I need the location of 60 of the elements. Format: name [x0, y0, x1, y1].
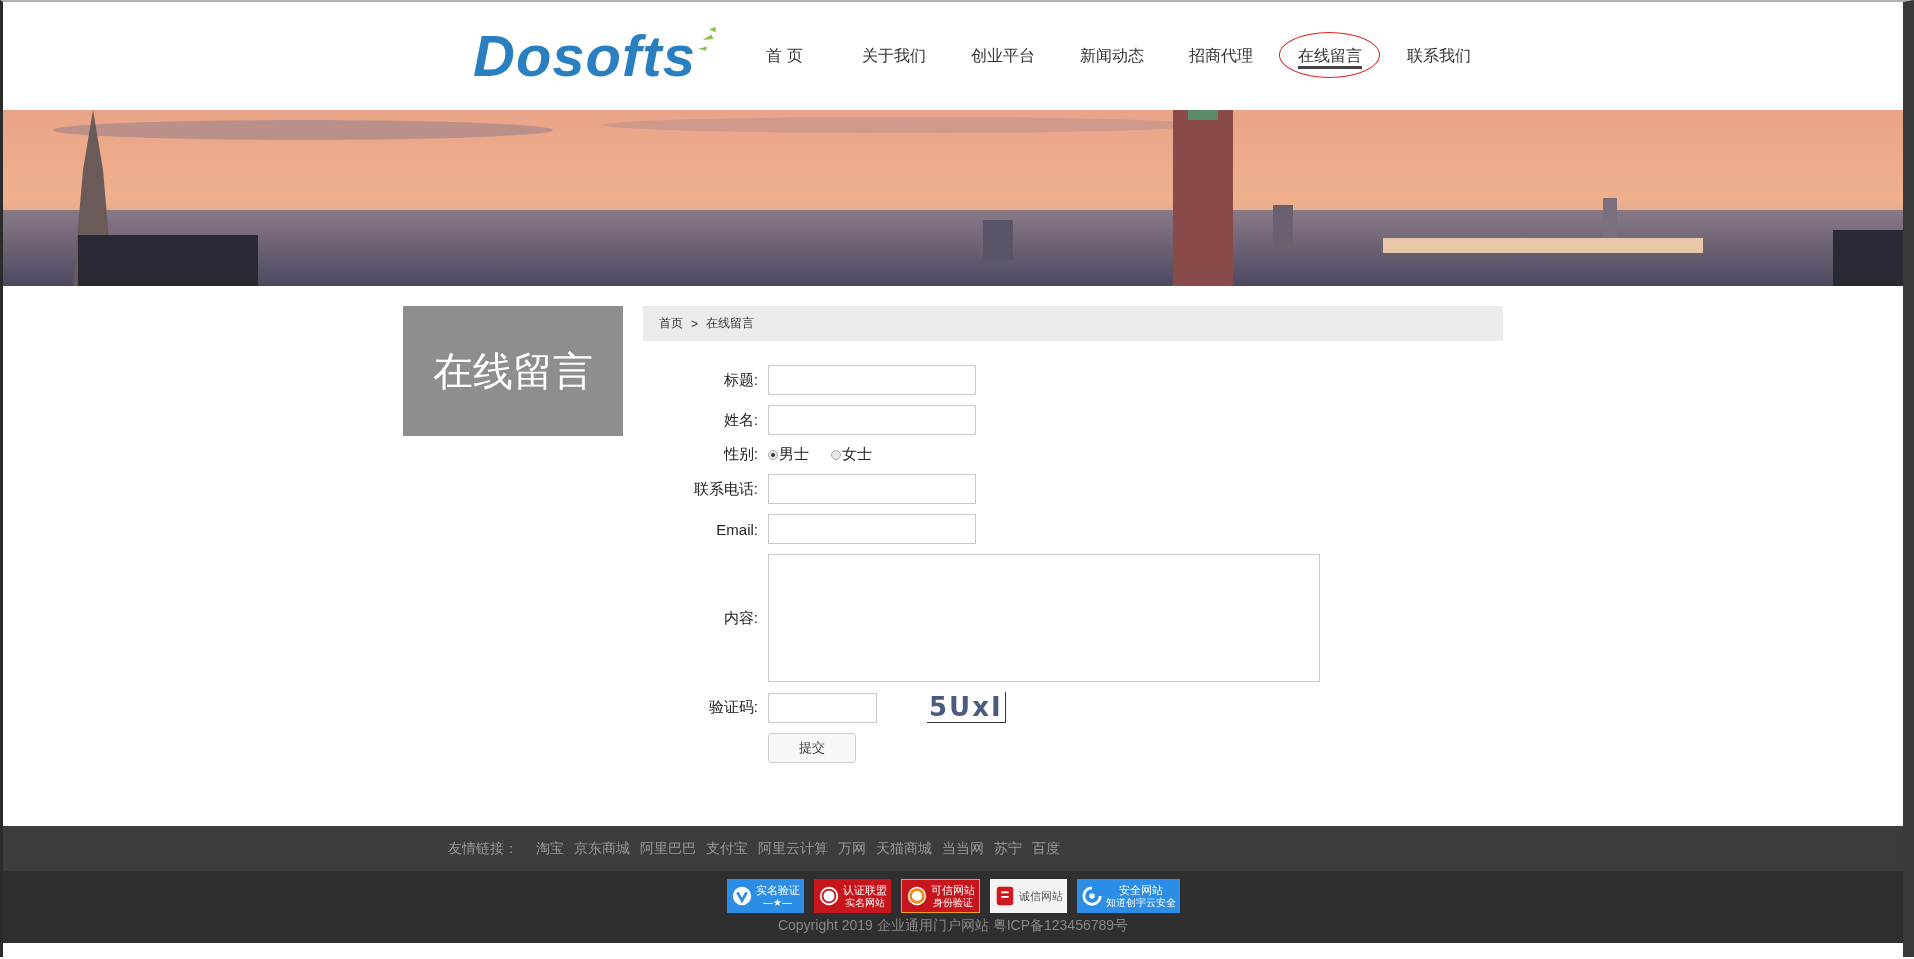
field-label: 验证码: [707, 698, 759, 717]
badge-text: 安全网站 [1118, 883, 1163, 896]
footer-link[interactable]: 淘宝 [536, 839, 564, 858]
certification-badge[interactable]: 安全网站 知道创宇云安全 [1076, 879, 1180, 913]
textarea-field[interactable] [768, 554, 1320, 682]
nav-link[interactable]: 首 页 [730, 35, 839, 77]
input-field[interactable] [768, 365, 976, 395]
footer-link[interactable]: 天猫商城 [876, 839, 932, 858]
input-field[interactable] [768, 514, 976, 544]
radio-label: 男士 [779, 445, 809, 464]
input-field[interactable] [768, 405, 976, 435]
nav-link[interactable]: 新闻动态 [1057, 35, 1166, 77]
badge-text: 可信网站 [930, 883, 975, 897]
footer-link[interactable]: 京东商城 [574, 839, 630, 858]
radio-label: 女士 [842, 445, 872, 464]
footer-link[interactable]: 支付宝 [706, 839, 748, 858]
certification-badge[interactable]: 认证联盟 实名网站 [813, 879, 891, 913]
certification-badge[interactable]: 可信网站 身份验证 [900, 879, 980, 913]
nav-link[interactable]: 招商代理 [1166, 35, 1275, 77]
badge-text: 实名验证 [755, 883, 800, 897]
seal-icon [730, 885, 753, 907]
badge-text: —★— [763, 896, 792, 909]
input-field[interactable] [768, 474, 976, 504]
copyright-text: Copyright 2019 企业通用门户网站 粤ICP备123456789号 [777, 917, 1129, 935]
captcha-image[interactable]: 5UxI [927, 692, 1006, 723]
footer-link[interactable]: 万网 [838, 839, 866, 858]
radio-button[interactable] [768, 449, 778, 460]
field-label: 内容: [722, 608, 759, 628]
footer-link[interactable]: 阿里云计算 [758, 839, 828, 858]
field-label: 性别: [722, 445, 759, 464]
seal-icon [905, 885, 928, 907]
seal-icon [817, 885, 840, 907]
nav-link[interactable]: 联系我们 [1384, 35, 1493, 77]
breadcrumb-link[interactable]: 首页 [659, 315, 683, 332]
field-label: 姓名: [722, 410, 759, 430]
badge-text: 认证联盟 [842, 883, 887, 897]
nav-link[interactable]: 创业平台 [948, 35, 1057, 77]
footer-link[interactable]: 当当网 [942, 839, 984, 858]
radio-button[interactable] [831, 449, 841, 460]
sidebar-title: 在线留言 [403, 306, 623, 436]
footer-link[interactable]: 百度 [1032, 839, 1060, 858]
badge-text: 知道创宇云安全 [1105, 896, 1176, 909]
seal-icon [1080, 885, 1103, 907]
nav-link[interactable]: 关于我们 [839, 35, 948, 77]
badge-text: 诚信网站 [1018, 889, 1063, 903]
field-label: 联系电话: [692, 479, 759, 499]
certification-badge[interactable]: 实名验证 —★— [726, 879, 804, 913]
links-label: 友情链接： [448, 839, 518, 858]
submit-button[interactable]: 提交 [768, 733, 856, 763]
badge-text: 身份验证 [932, 896, 973, 909]
captcha-input-field[interactable] [768, 692, 877, 723]
breadcrumb-current: 在线留言 [706, 315, 754, 332]
logo[interactable]: Dosofts [473, 27, 696, 85]
footer-link[interactable]: 苏宁 [994, 839, 1022, 858]
badge-text: 实名网站 [844, 896, 885, 909]
field-label: Email: [715, 520, 759, 538]
certification-badge[interactable]: 诚信网站 [989, 879, 1067, 913]
breadcrumb-separator: > [691, 316, 698, 331]
field-label: 标题: [722, 370, 759, 390]
footer-link[interactable]: 阿里巴巴 [640, 839, 696, 858]
